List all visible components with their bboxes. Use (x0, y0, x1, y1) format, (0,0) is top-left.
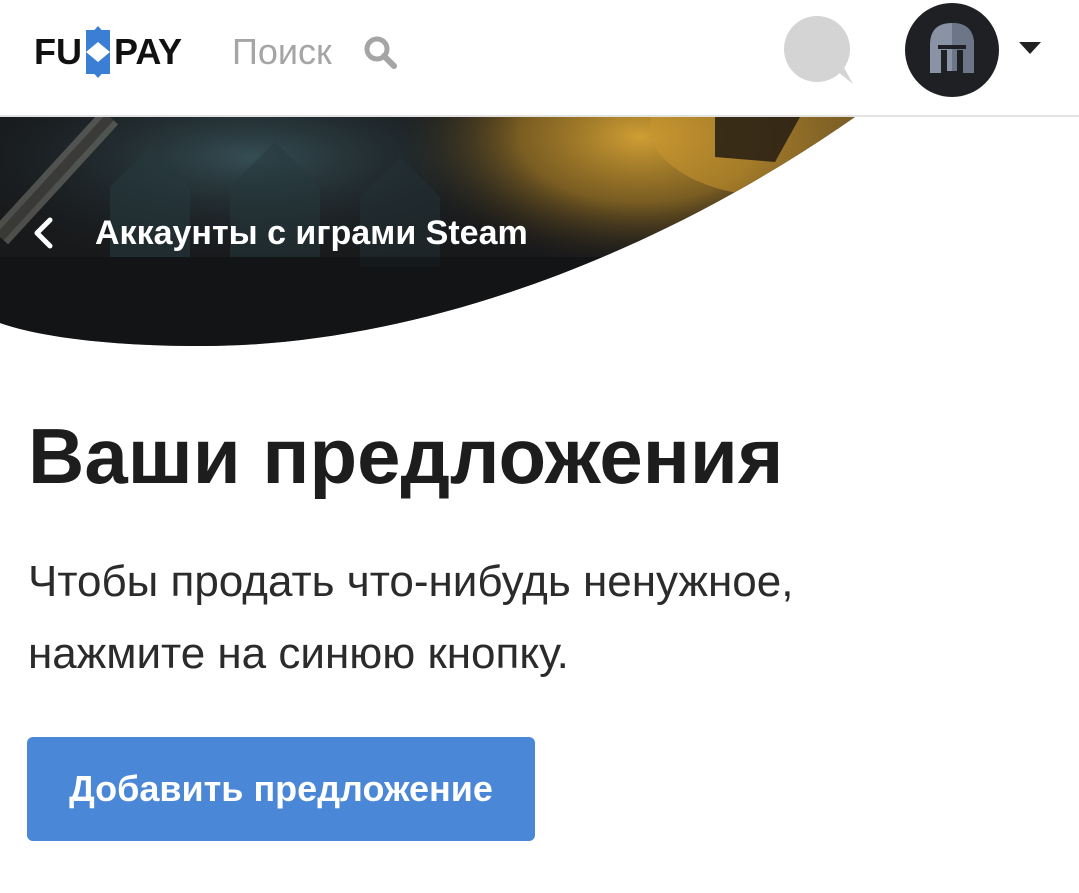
logo-text-right: PAY (114, 31, 183, 72)
funpay-logo[interactable]: FU PAY (34, 26, 183, 78)
page-title: Ваши предложения (28, 412, 784, 500)
avatar[interactable] (905, 3, 999, 97)
chat-bubble-icon[interactable] (783, 16, 855, 88)
search-icon[interactable] (362, 34, 398, 70)
add-offer-button[interactable]: Добавить предложение (27, 737, 535, 841)
page: FU PAY Поиск Аккаунты с играми Steam Ваш… (0, 0, 1079, 893)
top-bar: FU PAY Поиск (0, 0, 1079, 117)
search-label: Поиск (232, 31, 332, 72)
logo-text-left: FU (34, 31, 82, 72)
description-line: нажмите на синюю кнопку. (28, 629, 569, 678)
funpay-logo-mark-icon (86, 26, 110, 78)
back-link[interactable]: Аккаунты с играми Steam (30, 206, 528, 260)
caret-down-icon[interactable] (1018, 40, 1042, 56)
search-field[interactable]: Поиск (232, 26, 398, 78)
chevron-left-icon (34, 217, 53, 249)
spartan-helmet-icon (930, 23, 974, 73)
offers-description: Чтобы продать что-нибудь ненужное, нажми… (28, 546, 1028, 690)
description-line: Чтобы продать что-нибудь ненужное, (28, 557, 794, 606)
category-title: Аккаунты с играми Steam (95, 214, 528, 252)
